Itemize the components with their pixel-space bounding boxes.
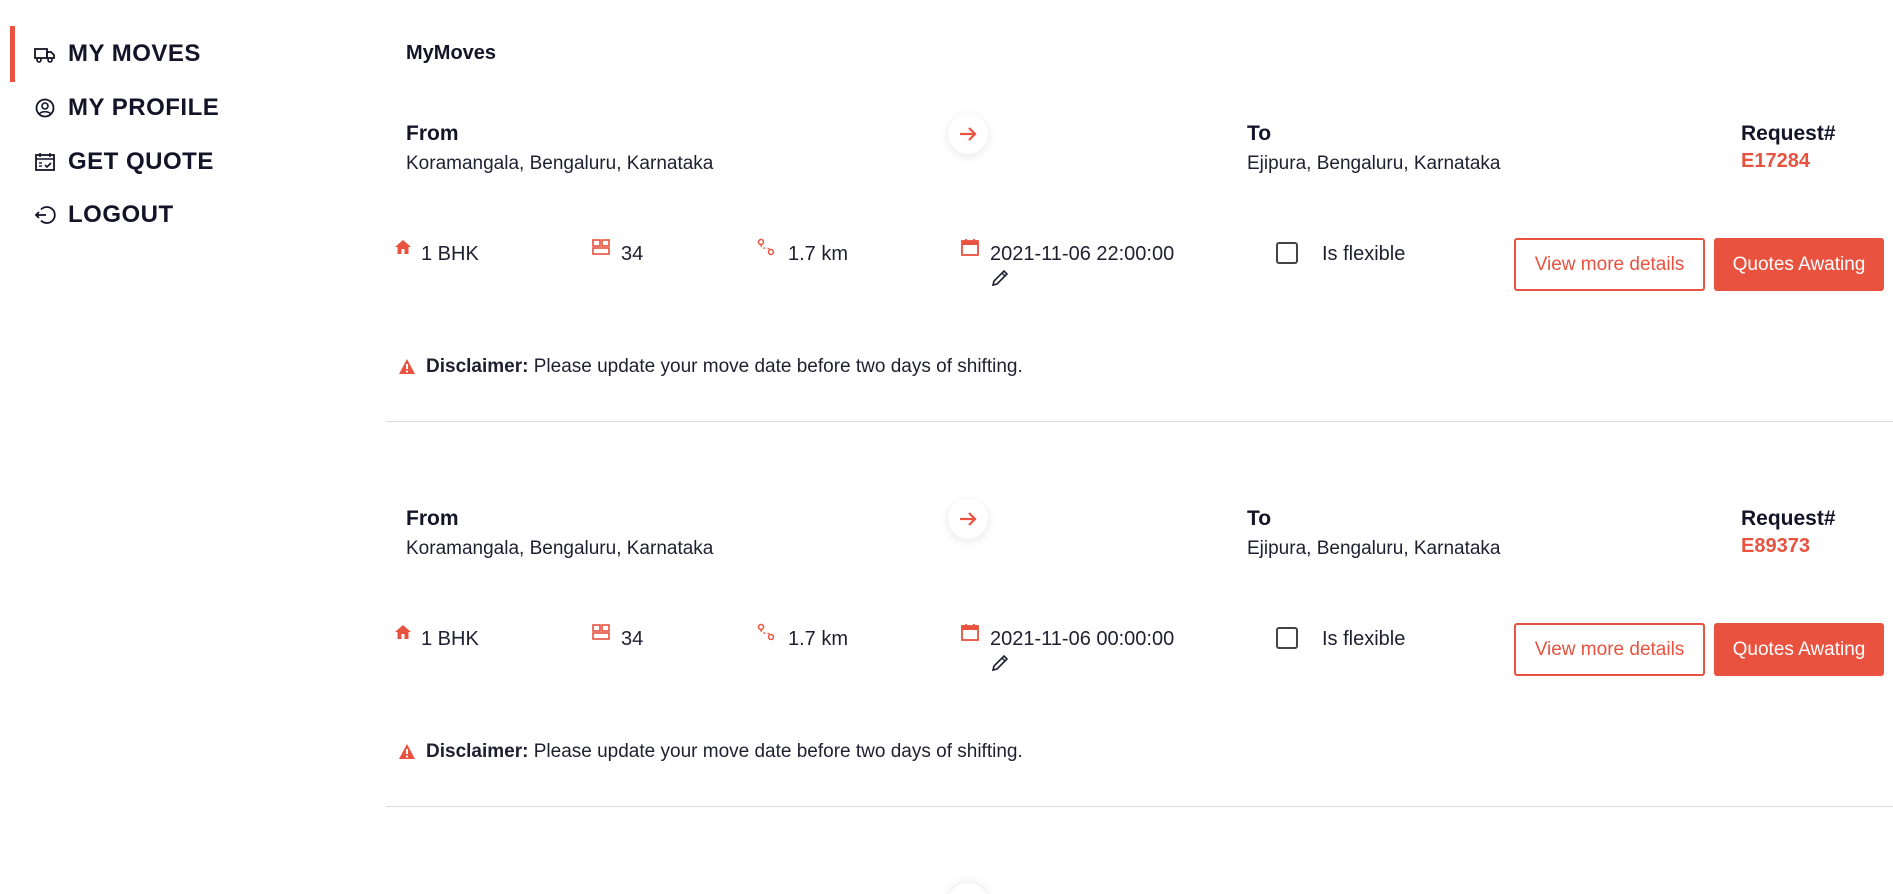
from-label: From <box>406 507 459 530</box>
arrow-right-icon <box>948 883 988 894</box>
disclaimer-label: Disclaimer: <box>426 356 529 377</box>
move-card: From Koramangala, Bengaluru, Karnataka T… <box>386 385 1893 807</box>
from-label: From <box>406 122 459 145</box>
calendar-icon <box>961 624 979 641</box>
items-count: 34 <box>621 243 644 265</box>
sidebar-item-label: MY MOVES <box>68 40 201 67</box>
items-icon <box>592 624 610 640</box>
sidebar-item-get-quote[interactable]: GET QUOTE <box>0 142 300 182</box>
move-date: 2021-11-06 00:00:00 <box>990 628 1175 650</box>
edit-pencil-icon[interactable] <box>990 268 1010 288</box>
from-address: Koramangala, Bengaluru, Karnataka <box>406 153 714 174</box>
route-icon <box>757 238 775 256</box>
calendar-check-icon <box>35 153 55 171</box>
card-divider <box>386 806 1893 807</box>
sidebar-item-logout[interactable]: LOGOUT <box>0 195 300 235</box>
request-id: E89373 <box>1741 535 1810 557</box>
to-label: To <box>1247 122 1272 145</box>
warning-icon <box>399 744 415 759</box>
warning-icon <box>399 359 415 374</box>
to-label: To <box>1247 507 1272 530</box>
main-content: MyMoves From Koramangala, Bengaluru, Kar… <box>386 0 1893 894</box>
house-type: 1 BHK <box>421 243 479 265</box>
quotes-awaiting-button[interactable]: Quotes Awating <box>1714 623 1884 676</box>
disclaimer: Disclaimer: Please update your move date… <box>426 741 1023 763</box>
logout-icon <box>34 206 56 224</box>
disclaimer-text: Please update your move date before two … <box>528 356 1023 377</box>
sidebar-item-my-profile[interactable]: MY PROFILE <box>0 88 300 128</box>
home-icon <box>395 625 411 639</box>
flexible-label: Is flexible <box>1322 243 1406 265</box>
sidebar-item-my-moves[interactable]: MY MOVES <box>0 26 300 82</box>
quotes-awaiting-button[interactable]: Quotes Awating <box>1714 238 1884 291</box>
sidebar-item-label: LOGOUT <box>68 201 174 228</box>
request-label: Request# <box>1741 507 1836 530</box>
view-more-details-button[interactable]: View more details <box>1514 623 1705 676</box>
distance: 1.7 km <box>788 243 849 265</box>
move-card: From Koramangala, Bengaluru, Karnataka T… <box>386 0 1893 422</box>
user-circle-icon <box>35 98 55 118</box>
to-address: Ejipura, Bengaluru, Karnataka <box>1247 538 1501 559</box>
flexible-checkbox[interactable] <box>1276 242 1298 264</box>
route-icon <box>757 623 775 641</box>
arrow-right-icon <box>948 114 988 154</box>
home-icon <box>395 240 411 254</box>
sidebar-item-label: GET QUOTE <box>68 148 214 175</box>
house-type: 1 BHK <box>421 628 479 650</box>
calendar-icon <box>961 239 979 256</box>
distance: 1.7 km <box>788 628 849 650</box>
from-address: Koramangala, Bengaluru, Karnataka <box>406 538 714 559</box>
request-label: Request# <box>1741 122 1836 145</box>
sidebar: MY MOVES MY PROFILE GET QUOTE LOGOUT <box>0 0 360 894</box>
disclaimer-label: Disclaimer: <box>426 741 529 762</box>
disclaimer-text: Please update your move date before two … <box>528 741 1023 762</box>
items-count: 34 <box>621 628 644 650</box>
view-more-details-button[interactable]: View more details <box>1514 238 1705 291</box>
request-id: E17284 <box>1741 150 1810 172</box>
disclaimer: Disclaimer: Please update your move date… <box>426 356 1023 378</box>
truck-icon <box>34 48 55 63</box>
items-icon <box>592 239 610 255</box>
sidebar-item-label: MY PROFILE <box>68 94 220 121</box>
arrow-right-icon <box>948 499 988 539</box>
edit-pencil-icon[interactable] <box>990 653 1010 673</box>
move-date: 2021-11-06 22:00:00 <box>990 243 1175 265</box>
to-address: Ejipura, Bengaluru, Karnataka <box>1247 153 1501 174</box>
flexible-checkbox[interactable] <box>1276 627 1298 649</box>
flexible-label: Is flexible <box>1322 628 1406 650</box>
